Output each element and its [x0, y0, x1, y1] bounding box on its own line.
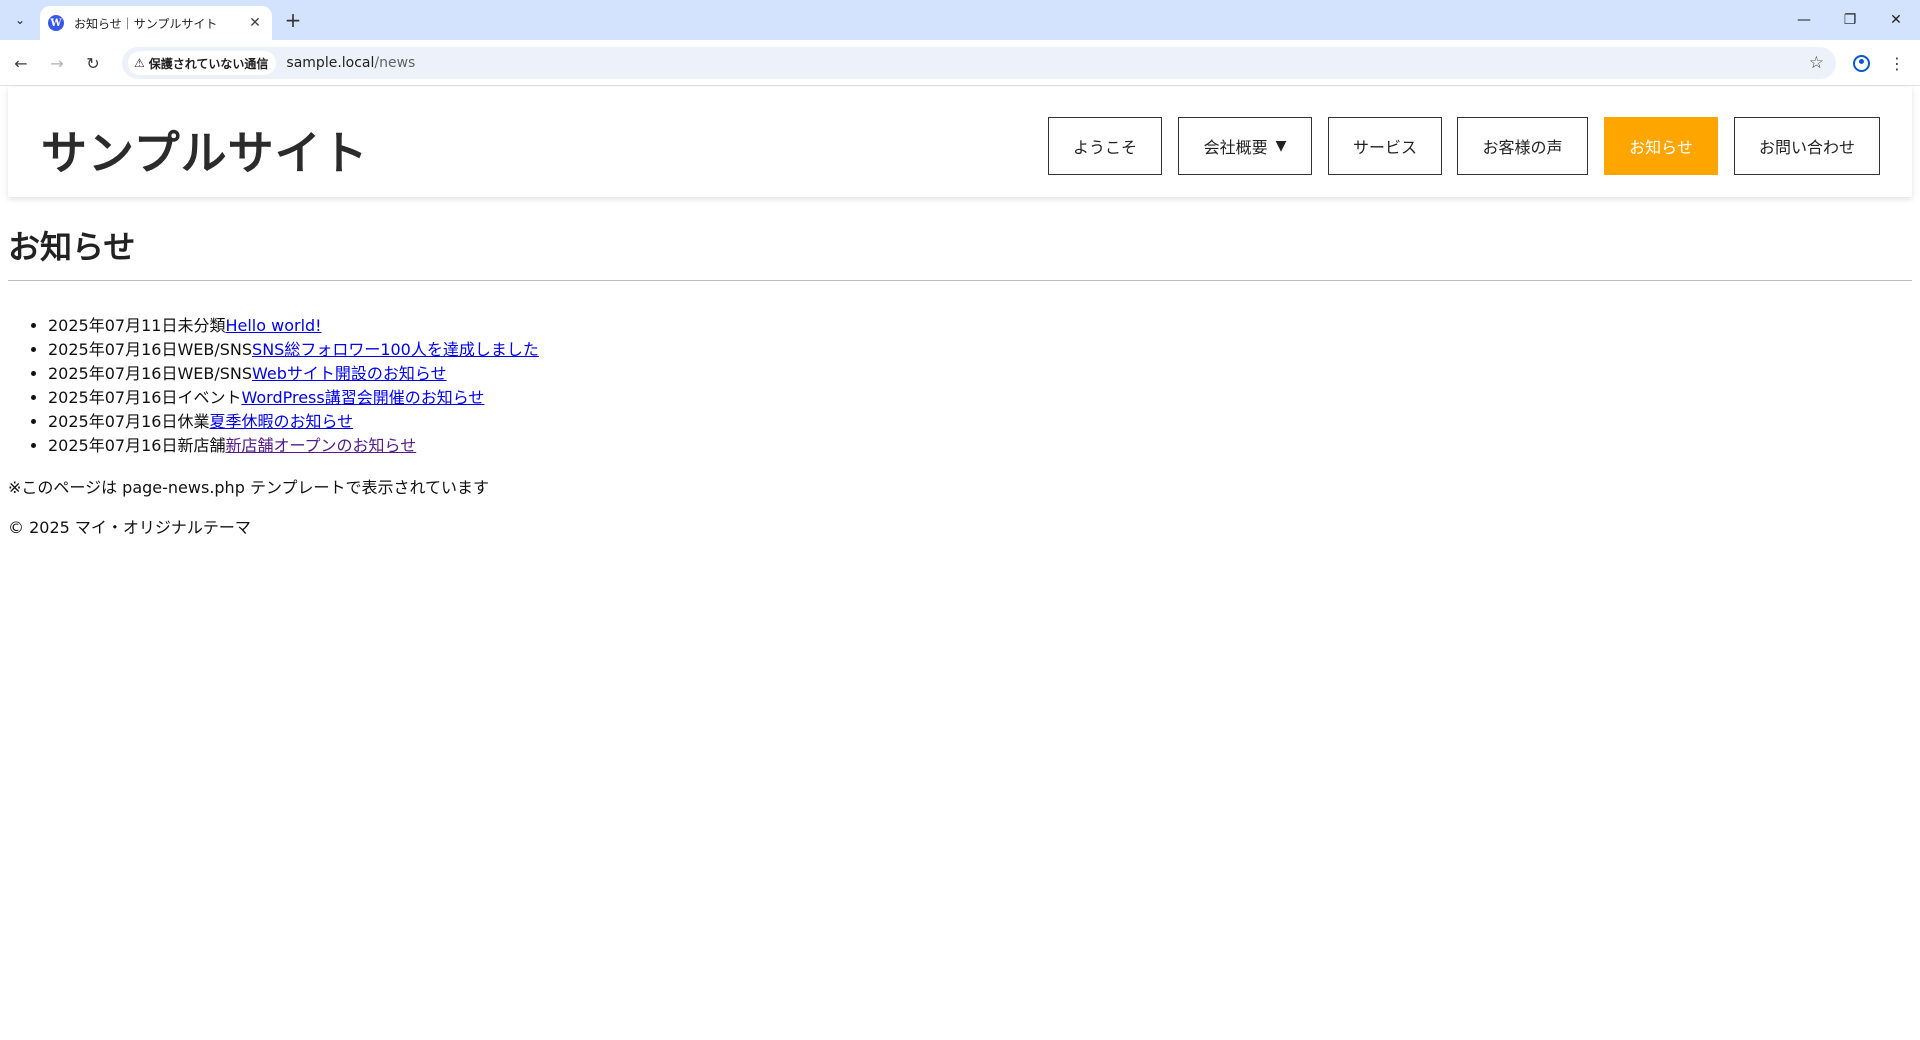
- news-date: 2025年07月16日: [48, 364, 178, 383]
- url-path: /news: [374, 55, 416, 71]
- url-text[interactable]: sample.local/news: [286, 55, 415, 71]
- news-link[interactable]: Webサイト開設のお知らせ: [252, 364, 447, 383]
- page-viewport: サンプルサイト ようこそ 会社概要 ▼ サービス お客様の声 お知らせ お問い合…: [0, 87, 1920, 1040]
- nav-label: サービス: [1352, 138, 1417, 157]
- footer-copyright: © 2025 マイ・オリジナルテーマ: [8, 518, 251, 537]
- nav-label: 会社概要: [1203, 138, 1268, 157]
- news-category: イベント: [177, 388, 242, 407]
- news-category: 休業: [177, 412, 210, 431]
- restore-icon[interactable]: ❐: [1830, 6, 1870, 34]
- news-date: 2025年07月11日: [48, 316, 178, 335]
- security-chip[interactable]: ⚠ 保護されていない通信: [128, 51, 277, 75]
- nav-label: お客様の声: [1482, 138, 1563, 157]
- address-bar[interactable]: ⚠ 保護されていない通信 sample.local/news ☆: [122, 47, 1836, 79]
- news-link[interactable]: 夏季休暇のお知らせ: [209, 412, 353, 431]
- list-item: 2025年07月16日WEB/SNSSNS総フォロワー100人を達成しました: [48, 338, 539, 362]
- close-icon[interactable]: ✕: [246, 14, 264, 32]
- tab-title: お知らせ｜サンプルサイト: [74, 16, 218, 31]
- star-icon[interactable]: ☆: [1809, 53, 1824, 73]
- list-item: 2025年07月16日イベントWordPress講習会開催のお知らせ: [48, 386, 539, 410]
- nav-label: お知らせ: [1629, 138, 1693, 157]
- minimize-icon[interactable]: —: [1784, 6, 1824, 34]
- nav-item-welcome[interactable]: ようこそ: [1048, 117, 1162, 175]
- news-date: 2025年07月16日: [48, 340, 178, 359]
- divider: [8, 280, 1912, 281]
- profile-icon[interactable]: [1848, 50, 1874, 76]
- news-list: 2025年07月11日未分類Hello world! 2025年07月16日WE…: [48, 314, 539, 458]
- page-title: お知らせ: [8, 228, 136, 266]
- news-category: WEB/SNS: [177, 364, 253, 383]
- nav-item-services[interactable]: サービス: [1328, 117, 1442, 175]
- arrow-left-icon[interactable]: ←: [8, 50, 34, 76]
- kebab-menu-icon[interactable]: ⋮: [1884, 50, 1910, 76]
- browser-toolbar: ← → ↻ ⚠ 保護されていない通信 sample.local/news ☆ ⋮: [0, 40, 1920, 86]
- news-link[interactable]: WordPress講習会開催のお知らせ: [241, 388, 484, 407]
- site-title[interactable]: サンプルサイト: [41, 117, 369, 183]
- list-item: 2025年07月16日新店舗新店舗オープンのお知らせ: [48, 434, 539, 458]
- site-header: サンプルサイト ようこそ 会社概要 ▼ サービス お客様の声 お知らせ お問い合…: [8, 87, 1912, 197]
- url-host: sample.local: [286, 55, 375, 71]
- security-label: 保護されていない通信: [148, 56, 269, 71]
- plus-icon[interactable]: +: [282, 8, 304, 32]
- wordpress-icon: W: [48, 15, 64, 31]
- reload-icon[interactable]: ↻: [80, 50, 106, 76]
- news-category: 未分類: [177, 316, 226, 335]
- browser-tab[interactable]: W お知らせ｜サンプルサイト ✕: [40, 6, 272, 40]
- news-link[interactable]: 新店舗オープンのお知らせ: [225, 436, 416, 455]
- list-item: 2025年07月16日WEB/SNSWebサイト開設のお知らせ: [48, 362, 539, 386]
- news-link[interactable]: SNS総フォロワー100人を達成しました: [252, 340, 539, 359]
- nav-label: お問い合わせ: [1758, 138, 1855, 157]
- news-date: 2025年07月16日: [48, 436, 178, 455]
- chevron-down-icon[interactable]: ⌄: [8, 8, 32, 32]
- nav-item-company[interactable]: 会社概要 ▼: [1178, 117, 1312, 175]
- news-date: 2025年07月16日: [48, 388, 178, 407]
- list-item: 2025年07月11日未分類Hello world!: [48, 314, 539, 338]
- nav-item-news[interactable]: お知らせ: [1604, 117, 1718, 175]
- list-item: 2025年07月16日休業夏季休暇のお知らせ: [48, 410, 539, 434]
- arrow-right-icon[interactable]: →: [44, 50, 70, 76]
- nav-item-contact[interactable]: お問い合わせ: [1734, 117, 1880, 175]
- warning-icon: ⚠: [134, 56, 145, 70]
- template-note: ※このページは page-news.php テンプレートで表示されています: [8, 478, 489, 497]
- news-date: 2025年07月16日: [48, 412, 178, 431]
- news-link[interactable]: Hello world!: [225, 316, 321, 335]
- nav-item-testimonials[interactable]: お客様の声: [1457, 117, 1588, 175]
- caret-down-icon: ▼: [1275, 138, 1287, 154]
- news-category: WEB/SNS: [177, 340, 253, 359]
- nav-label: ようこそ: [1072, 138, 1137, 157]
- news-category: 新店舗: [177, 436, 226, 455]
- window-close-icon[interactable]: ✕: [1876, 6, 1916, 34]
- tab-strip: ⌄ W お知らせ｜サンプルサイト ✕ + — ❐ ✕: [0, 0, 1920, 40]
